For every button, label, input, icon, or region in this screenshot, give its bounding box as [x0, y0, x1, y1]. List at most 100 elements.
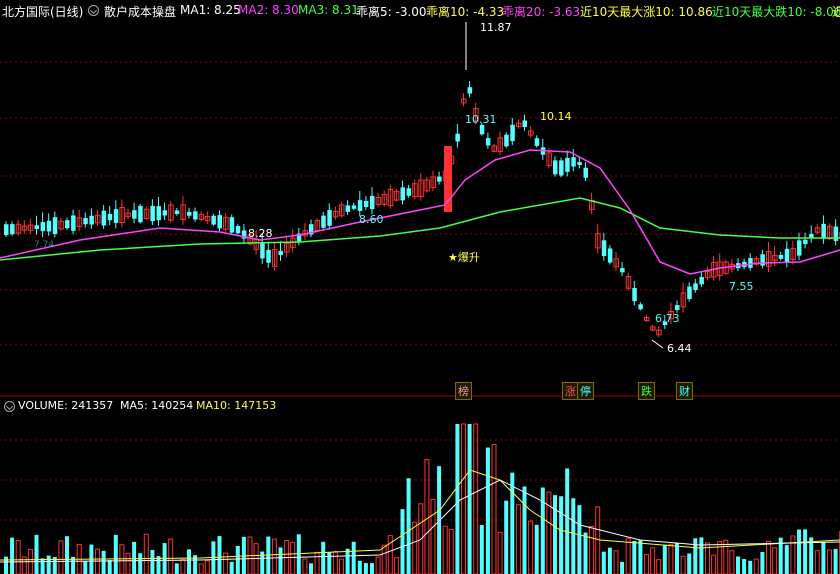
volume-bar-up [168, 538, 174, 574]
volume-bar-down [833, 548, 838, 574]
volume-value: VOLUME: 241357 [18, 399, 114, 412]
volume-bar-down [571, 498, 576, 574]
volume-bar-up [723, 539, 729, 574]
volume-bar-up [412, 521, 418, 574]
candle-down [504, 134, 509, 147]
volume-bar-down [693, 538, 698, 574]
candle-down [52, 217, 58, 234]
volume-bar-down [479, 525, 484, 574]
volume-bar-up [15, 540, 21, 574]
volume-bar-down [760, 552, 765, 574]
volume-bar-down [138, 553, 143, 574]
volume-bar-down [370, 563, 374, 574]
candle-down [784, 248, 790, 263]
volume-bar-up [528, 520, 534, 574]
candle-down [132, 210, 137, 219]
volume-bar-down [34, 534, 39, 574]
volume-bar-down [455, 424, 460, 574]
volume-bar-down [10, 537, 15, 574]
candle-down [809, 233, 814, 238]
candle-down [351, 205, 357, 209]
candle-down [46, 220, 52, 232]
volume-bar-up [497, 531, 503, 574]
volume-bar-up [729, 550, 735, 574]
volume-bar-up [290, 541, 296, 574]
candle-down [638, 304, 643, 310]
candle-down [833, 226, 839, 241]
volume-bar-up [314, 551, 320, 574]
peak1-price-label: 10.31 [465, 113, 497, 126]
volume-bar-down [83, 561, 88, 574]
volume-bar-up [668, 543, 674, 574]
candle-down [821, 223, 826, 239]
volume-bar-down [699, 537, 704, 574]
volume-bar-down [150, 549, 155, 574]
candle-down [577, 162, 582, 166]
candle-down [479, 124, 485, 135]
main-chart[interactable] [0, 0, 840, 574]
volume-bar-up [814, 550, 820, 574]
volume-bar-down [363, 563, 368, 574]
low-left-label: 7.74 [34, 240, 55, 250]
candle-down [65, 220, 70, 229]
volume-bar-up [515, 504, 521, 574]
volume-bar-up [125, 552, 131, 574]
volume-bar-up [271, 538, 277, 574]
candle-down [693, 283, 698, 290]
volume-bar-up [589, 525, 595, 574]
candle-down [174, 210, 180, 215]
volume-header: VOLUME: 241357 MA5: 140254 MA10: 147153 [0, 398, 840, 414]
candle-down [10, 224, 15, 235]
volume-bar-down [321, 541, 326, 574]
volume-bar-down [174, 563, 179, 574]
candle-down [34, 225, 39, 229]
volume-bar-up [430, 498, 436, 574]
candle-down [229, 217, 235, 233]
candle-down [260, 241, 265, 259]
low-price-label: 6.44 [667, 342, 692, 355]
volume-bar-up [375, 556, 381, 574]
candle-down [522, 120, 527, 128]
high-price-label: 11.87 [480, 21, 512, 34]
volume-bar-down [467, 424, 472, 574]
candle-down [455, 133, 460, 142]
volume-bar-up [595, 506, 601, 574]
volume-bar-down [113, 534, 118, 574]
volume-ma10-line [0, 479, 840, 563]
volume-bar-down [101, 550, 106, 574]
volume-bar-down [351, 541, 356, 574]
candle-down [620, 268, 625, 273]
volume-bar-up [143, 533, 149, 574]
candle-down [601, 240, 607, 257]
candle-down [113, 209, 119, 223]
volume-bar-down [217, 536, 222, 574]
volume-bar-down [736, 556, 740, 574]
volume-bar-down [46, 555, 51, 574]
volume-bar-up [119, 544, 125, 574]
volume-bar-down [241, 536, 246, 574]
candle-down [559, 160, 564, 176]
volume-dropdown-icon[interactable] [4, 401, 15, 412]
candle-down [510, 124, 515, 142]
volume-bar-up [491, 443, 497, 574]
volume-bar-up [753, 558, 759, 574]
volume-bar-up [711, 554, 717, 574]
candle-down [803, 239, 808, 245]
volume-bar-down [327, 552, 332, 574]
candle-down [437, 176, 442, 182]
surge-label: ★爆升 [448, 251, 480, 264]
candle-down [156, 206, 161, 221]
candle-down [345, 205, 351, 212]
low-pointer [651, 339, 664, 349]
volume-bar-up [656, 559, 662, 574]
volume-bar-up [827, 549, 832, 574]
candle-down [4, 224, 9, 236]
volume-bar-up [766, 540, 771, 574]
volume-bar-up [180, 559, 186, 574]
volume-bar-down [534, 524, 539, 574]
volume-bar-down [187, 549, 191, 574]
candle-down [534, 138, 540, 146]
volume-bar-down [742, 558, 747, 574]
candle-down [553, 160, 558, 175]
volume-bar-down [510, 472, 515, 574]
